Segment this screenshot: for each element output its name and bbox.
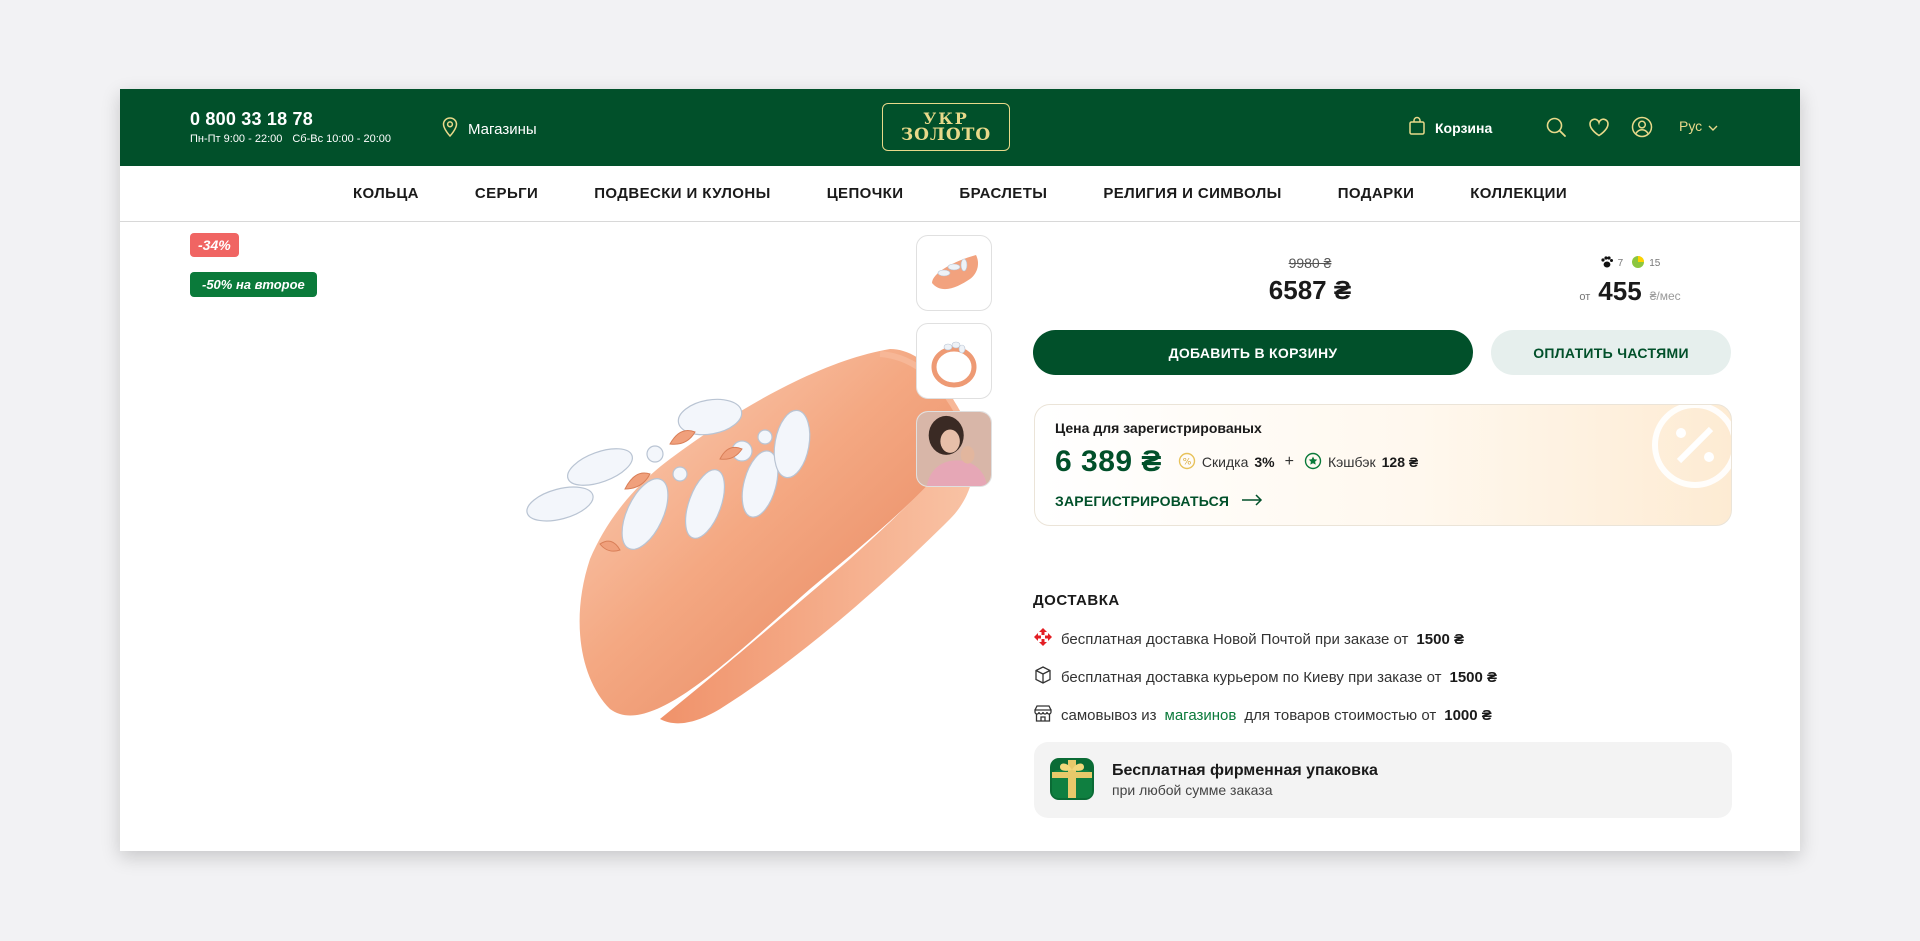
- registered-price-row: 6 389 ₴ % Скидка 3% + Кэшбэк 128 ₴: [1055, 445, 1418, 479]
- percent-icon: [1652, 405, 1731, 488]
- pay-in-parts-button[interactable]: ОПЛАТИТЬ ЧАСТЯМИ: [1491, 330, 1731, 375]
- registered-price: 6 389 ₴: [1055, 445, 1162, 478]
- gift-box-icon: [1048, 754, 1096, 807]
- thumbnail-1[interactable]: [916, 235, 992, 311]
- cashback-value: 128 ₴: [1381, 454, 1419, 470]
- nova-poshta-icon: [1033, 627, 1053, 651]
- delivery-row1-value: 1500 ₴: [1416, 630, 1464, 648]
- delivery-title: ДОСТАВКА: [1033, 592, 1120, 609]
- registered-title: Цена для зарегистрированых: [1055, 420, 1262, 436]
- store-icon: [1033, 703, 1053, 727]
- heart-icon[interactable]: [1587, 115, 1611, 139]
- phone-block[interactable]: 0 800 33 18 78 Пн-Пт 9:00 - 22:00 Сб-Вс …: [190, 109, 391, 145]
- nav-item-collections[interactable]: КОЛЛЕКЦИИ: [1470, 185, 1567, 202]
- shopping-bag-icon: [1408, 116, 1426, 139]
- pie-icon: [1631, 255, 1645, 272]
- cart-label: Корзина: [1435, 119, 1493, 136]
- gift-title: Бесплатная фирменная упаковка: [1112, 762, 1378, 779]
- cashback-label: Кэшбэк: [1327, 454, 1376, 470]
- thumbnail-2[interactable]: [916, 323, 992, 399]
- gift-packaging-card: Бесплатная фирменная упаковка при любой …: [1034, 742, 1732, 818]
- discount-info: % Скидка 3%: [1178, 452, 1275, 473]
- delivery-row1-text: бесплатная доставка Новой Почтой при зак…: [1061, 630, 1409, 648]
- provider-b-count: 15: [1649, 258, 1661, 269]
- logo-line-2: ЗОЛОТО: [900, 125, 992, 145]
- cashback-info: Кэшбэк 128 ₴: [1304, 452, 1418, 473]
- main-nav: КОЛЬЦА СЕРЬГИ ПОДВЕСКИ И КУЛОНЫ ЦЕПОЧКИ …: [120, 166, 1800, 222]
- nav-item-chains[interactable]: ЦЕПОЧКИ: [827, 185, 904, 202]
- delivery-row2-value: 1500 ₴: [1449, 668, 1498, 686]
- old-price: 9980 ₴: [1288, 255, 1332, 271]
- installment-block: 7 15 от 455 ₴/мес: [1550, 255, 1710, 307]
- working-hours: Пн-Пт 9:00 - 22:00 Сб-Вс 10:00 - 20:00: [190, 133, 391, 145]
- discount-label: Скидка: [1201, 454, 1249, 470]
- delivery-row2-text: бесплатная доставка курьером по Киеву пр…: [1061, 668, 1442, 686]
- delivery-row3-pre: самовывоз из: [1061, 706, 1157, 724]
- user-icon[interactable]: [1630, 115, 1654, 139]
- installment-from: от: [1579, 291, 1591, 303]
- hours-weekend: Сб-Вс 10:00 - 20:00: [292, 133, 391, 145]
- thumbnail-list: [916, 235, 992, 487]
- sale-badge: -34%: [190, 233, 239, 257]
- installment-amount: 455: [1598, 276, 1642, 306]
- top-bar: 0 800 33 18 78 Пн-Пт 9:00 - 22:00 Сб-Вс …: [120, 89, 1800, 166]
- box-icon: [1033, 665, 1053, 689]
- stores-label: Магазины: [468, 120, 537, 138]
- nav-item-bracelets[interactable]: БРАСЛЕТЫ: [959, 185, 1047, 202]
- current-price: 6587 ₴: [1268, 275, 1352, 305]
- paw-icon: [1600, 255, 1614, 272]
- nav-item-rings[interactable]: КОЛЬЦА: [353, 185, 419, 202]
- language-selector[interactable]: Рус: [1679, 118, 1718, 134]
- gift-subtitle: при любой сумме заказа: [1112, 782, 1273, 798]
- header-actions: [1544, 115, 1654, 139]
- installment-unit: ₴/мес: [1649, 289, 1681, 303]
- logo[interactable]: УКР ЗОЛОТО: [882, 103, 1010, 151]
- phone-number[interactable]: 0 800 33 18 78: [190, 109, 391, 130]
- stores-inline-link[interactable]: магазинов: [1165, 707, 1237, 724]
- discount-value: 3%: [1254, 454, 1275, 470]
- gift-text: Бесплатная фирменная упаковка при любой …: [1112, 762, 1378, 798]
- coin-icon: %: [1178, 452, 1196, 473]
- chevron-down-icon: [1708, 118, 1718, 134]
- delivery-list: бесплатная доставка Новой Почтой при зак…: [1033, 628, 1497, 726]
- nav-item-gifts[interactable]: ПОДАРКИ: [1338, 185, 1415, 202]
- register-label: ЗАРЕГИСТРИРОВАТЬСЯ: [1055, 493, 1230, 509]
- search-icon[interactable]: [1544, 115, 1568, 139]
- nav-item-pendants[interactable]: ПОДВЕСКИ И КУЛОНЫ: [594, 185, 770, 202]
- nav-item-earrings[interactable]: СЕРЬГИ: [475, 185, 538, 202]
- add-to-cart-button[interactable]: ДОБАВИТЬ В КОРЗИНУ: [1033, 330, 1473, 375]
- delivery-row3-post: для товаров стоимостью от: [1244, 706, 1437, 724]
- price-block: 9980 ₴ 6587 ₴: [1180, 255, 1440, 306]
- provider-a-count: 7: [1617, 258, 1624, 269]
- stores-link[interactable]: Магазины: [442, 117, 537, 141]
- plus-sign: +: [1284, 453, 1294, 470]
- page-frame: 0 800 33 18 78 Пн-Пт 9:00 - 22:00 Сб-Вс …: [120, 89, 1800, 851]
- nav-item-religion[interactable]: РЕЛИГИЯ И СИМВОЛЫ: [1103, 185, 1281, 202]
- language-label: Рус: [1679, 118, 1703, 134]
- second-item-badge: -50% на второе: [190, 272, 317, 297]
- delivery-courier: бесплатная доставка курьером по Киеву пр…: [1033, 666, 1497, 688]
- map-pin-icon: [442, 117, 458, 141]
- thumbnail-3[interactable]: [916, 411, 992, 487]
- product-main-image[interactable]: [450, 239, 990, 759]
- arrow-right-icon: [1241, 493, 1263, 509]
- star-badge-icon: [1304, 452, 1322, 473]
- hours-weekdays: Пн-Пт 9:00 - 22:00: [190, 133, 283, 145]
- installment-providers: 7 15: [1550, 255, 1710, 272]
- cart-link[interactable]: Корзина: [1408, 116, 1492, 139]
- registered-price-card: Цена для зарегистрированых 6 389 ₴ % Ски…: [1034, 404, 1732, 526]
- register-link[interactable]: ЗАРЕГИСТРИРОВАТЬСЯ: [1055, 493, 1263, 509]
- delivery-pickup: самовывоз из магазинов для товаров стоим…: [1033, 704, 1497, 726]
- svg-text:%: %: [1183, 457, 1192, 467]
- installment-price: от 455 ₴/мес: [1550, 276, 1710, 307]
- delivery-row3-value: 1000 ₴: [1444, 706, 1492, 724]
- delivery-nova-poshta: бесплатная доставка Новой Почтой при зак…: [1033, 628, 1497, 650]
